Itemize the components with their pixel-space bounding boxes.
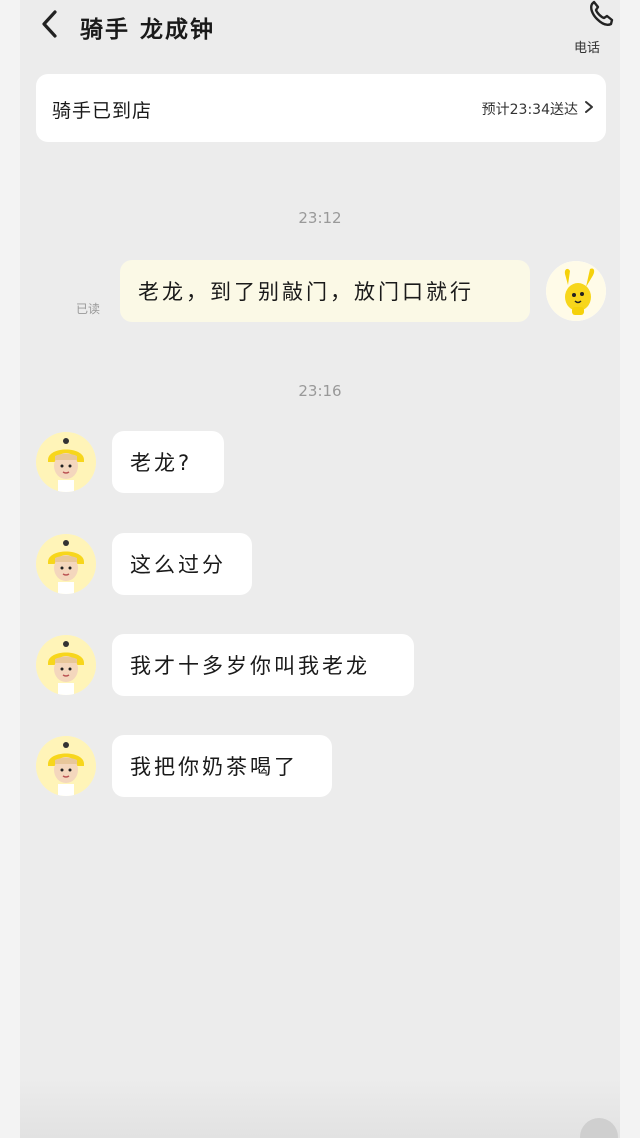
message-bubble-incoming[interactable]: 老龙? xyxy=(112,431,224,493)
call-label: 电话 xyxy=(574,41,601,56)
rider-avatar-icon xyxy=(36,736,96,796)
eta-text: 预计23:34送达 xyxy=(481,102,578,118)
rider-avatar-icon xyxy=(36,635,96,695)
chevron-right-icon xyxy=(585,101,593,113)
bottom-bar xyxy=(20,1078,620,1138)
rider-avatar[interactable] xyxy=(36,736,96,796)
rider-avatar[interactable] xyxy=(36,635,96,695)
call-button[interactable]: 电话 xyxy=(568,0,620,58)
page-title: 骑手 龙成钟 xyxy=(80,16,216,43)
rider-avatar[interactable] xyxy=(36,432,96,492)
status-text: 骑手已到店 xyxy=(52,100,153,122)
rider-avatar-icon xyxy=(36,534,96,594)
timestamp: 23:12 xyxy=(298,209,342,227)
timestamp: 23:16 xyxy=(298,382,342,400)
read-receipt: 已读 xyxy=(76,302,101,316)
rider-avatar-icon xyxy=(36,432,96,492)
rabbit-avatar-icon xyxy=(546,261,606,321)
message-bubble-incoming[interactable]: 这么过分 xyxy=(112,533,252,595)
chat-header: 骑手 龙成钟 电话 xyxy=(20,0,620,60)
left-frame xyxy=(0,0,20,1138)
my-avatar[interactable] xyxy=(546,261,606,321)
chevron-left-icon xyxy=(42,10,57,38)
message-bubble-incoming[interactable]: 我把你奶茶喝了 xyxy=(112,735,332,797)
chat-screen: 骑手 龙成钟 电话 骑手已到店 预计23:34送达 23:12 已读 老龙，到了… xyxy=(20,0,620,1138)
right-frame xyxy=(620,0,640,1138)
delivery-status-card[interactable]: 骑手已到店 预计23:34送达 xyxy=(36,74,606,142)
rider-avatar[interactable] xyxy=(36,534,96,594)
back-button[interactable] xyxy=(38,8,62,40)
phone-icon xyxy=(590,0,614,26)
message-bubble-outgoing[interactable]: 老龙，到了别敲门，放门口就行 xyxy=(120,260,530,322)
message-bubble-incoming[interactable]: 我才十多岁你叫我老龙 xyxy=(112,634,414,696)
